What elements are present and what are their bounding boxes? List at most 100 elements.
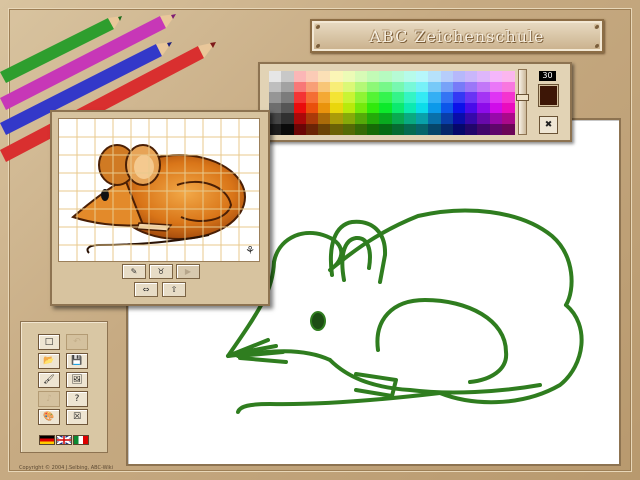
color-swatch[interactable] <box>452 102 466 114</box>
color-swatch[interactable] <box>330 92 343 103</box>
color-swatch[interactable] <box>501 81 515 93</box>
color-swatch[interactable] <box>342 71 356 82</box>
color-swatch[interactable] <box>379 113 392 124</box>
image-button[interactable]: 🖼 <box>66 372 88 388</box>
color-swatch[interactable] <box>452 81 466 93</box>
palette-button[interactable]: 🎨 <box>38 409 60 425</box>
color-swatch[interactable] <box>318 81 331 93</box>
color-swatch[interactable] <box>269 123 282 135</box>
color-swatch[interactable] <box>318 71 331 82</box>
color-swatch[interactable] <box>489 102 503 114</box>
color-swatch[interactable] <box>354 113 368 124</box>
color-swatch[interactable] <box>477 71 490 82</box>
color-swatch[interactable] <box>281 81 294 93</box>
color-swatch[interactable] <box>465 81 478 93</box>
color-swatch[interactable] <box>330 123 343 135</box>
color-swatch[interactable] <box>354 81 368 93</box>
color-swatch[interactable] <box>354 102 368 114</box>
color-swatch[interactable] <box>416 102 429 114</box>
color-swatch[interactable] <box>293 123 307 135</box>
brush-button[interactable]: 🖌 <box>38 372 60 388</box>
color-swatch[interactable] <box>367 113 380 124</box>
color-swatch[interactable] <box>342 123 356 135</box>
color-swatch[interactable] <box>269 102 282 114</box>
color-swatch[interactable] <box>416 92 429 103</box>
color-swatch[interactable] <box>416 113 429 124</box>
color-swatch[interactable] <box>440 81 454 93</box>
color-swatch[interactable] <box>330 113 343 124</box>
color-swatch[interactable] <box>403 81 417 93</box>
preview-flip-button[interactable]: ⇔ <box>134 282 158 297</box>
undo-button[interactable]: ↶ <box>66 334 88 350</box>
color-swatch[interactable] <box>293 102 307 114</box>
color-swatch[interactable] <box>342 92 356 103</box>
color-swatch[interactable] <box>269 81 282 93</box>
color-swatch[interactable] <box>477 102 490 114</box>
preview-upload-button[interactable]: ⇧ <box>162 282 186 297</box>
color-swatch[interactable] <box>440 123 454 135</box>
color-swatch[interactable] <box>281 92 294 103</box>
color-swatch[interactable] <box>318 102 331 114</box>
color-swatch[interactable] <box>367 92 380 103</box>
color-swatch[interactable] <box>501 113 515 124</box>
color-swatch[interactable] <box>501 102 515 114</box>
color-swatch[interactable] <box>318 123 331 135</box>
color-swatch[interactable] <box>281 71 294 82</box>
color-swatch[interactable] <box>403 102 417 114</box>
color-swatch[interactable] <box>428 113 441 124</box>
preview-mouse-button[interactable]: ♉ <box>149 264 173 279</box>
color-swatch[interactable] <box>403 123 417 135</box>
color-swatch[interactable] <box>428 81 441 93</box>
color-swatch[interactable] <box>391 123 405 135</box>
save-button[interactable]: 💾 <box>66 353 88 369</box>
color-swatch[interactable] <box>379 92 392 103</box>
color-swatch[interactable] <box>477 113 490 124</box>
color-swatch[interactable] <box>465 113 478 124</box>
color-swatch[interactable] <box>391 92 405 103</box>
color-swatch[interactable] <box>330 102 343 114</box>
color-swatch[interactable] <box>403 92 417 103</box>
color-swatch[interactable] <box>489 123 503 135</box>
color-swatch[interactable] <box>416 123 429 135</box>
color-swatch[interactable] <box>330 81 343 93</box>
color-swatch[interactable] <box>305 102 319 114</box>
color-grid[interactable] <box>269 71 515 135</box>
color-swatch[interactable] <box>269 113 282 124</box>
color-swatch[interactable] <box>305 113 319 124</box>
color-swatch[interactable] <box>403 113 417 124</box>
color-swatch[interactable] <box>293 92 307 103</box>
color-swatch[interactable] <box>465 92 478 103</box>
slider-thumb[interactable] <box>516 94 529 102</box>
color-swatch[interactable] <box>428 123 441 135</box>
color-swatch[interactable] <box>489 113 503 124</box>
uk-flag-icon[interactable] <box>56 435 72 445</box>
clear-color-button[interactable]: ✖ <box>539 116 558 134</box>
color-swatch[interactable] <box>379 123 392 135</box>
color-swatch[interactable] <box>367 123 380 135</box>
color-swatch[interactable] <box>403 71 417 82</box>
color-swatch[interactable] <box>440 102 454 114</box>
color-swatch[interactable] <box>428 92 441 103</box>
color-swatch[interactable] <box>391 102 405 114</box>
color-swatch[interactable] <box>489 81 503 93</box>
color-swatch[interactable] <box>342 102 356 114</box>
color-swatch[interactable] <box>489 92 503 103</box>
color-swatch[interactable] <box>354 123 368 135</box>
color-swatch[interactable] <box>465 71 478 82</box>
color-swatch[interactable] <box>342 113 356 124</box>
color-swatch[interactable] <box>269 71 282 82</box>
color-swatch[interactable] <box>354 71 368 82</box>
color-swatch[interactable] <box>305 92 319 103</box>
color-swatch[interactable] <box>416 71 429 82</box>
color-swatch[interactable] <box>269 92 282 103</box>
color-swatch[interactable] <box>330 71 343 82</box>
color-swatch[interactable] <box>501 92 515 103</box>
color-swatch[interactable] <box>367 71 380 82</box>
color-swatch[interactable] <box>440 92 454 103</box>
exit-button[interactable]: ☒ <box>66 409 88 425</box>
color-swatch[interactable] <box>293 113 307 124</box>
italian-flag-icon[interactable] <box>73 435 89 445</box>
color-swatch[interactable] <box>305 123 319 135</box>
color-swatch[interactable] <box>416 81 429 93</box>
color-swatch[interactable] <box>379 81 392 93</box>
